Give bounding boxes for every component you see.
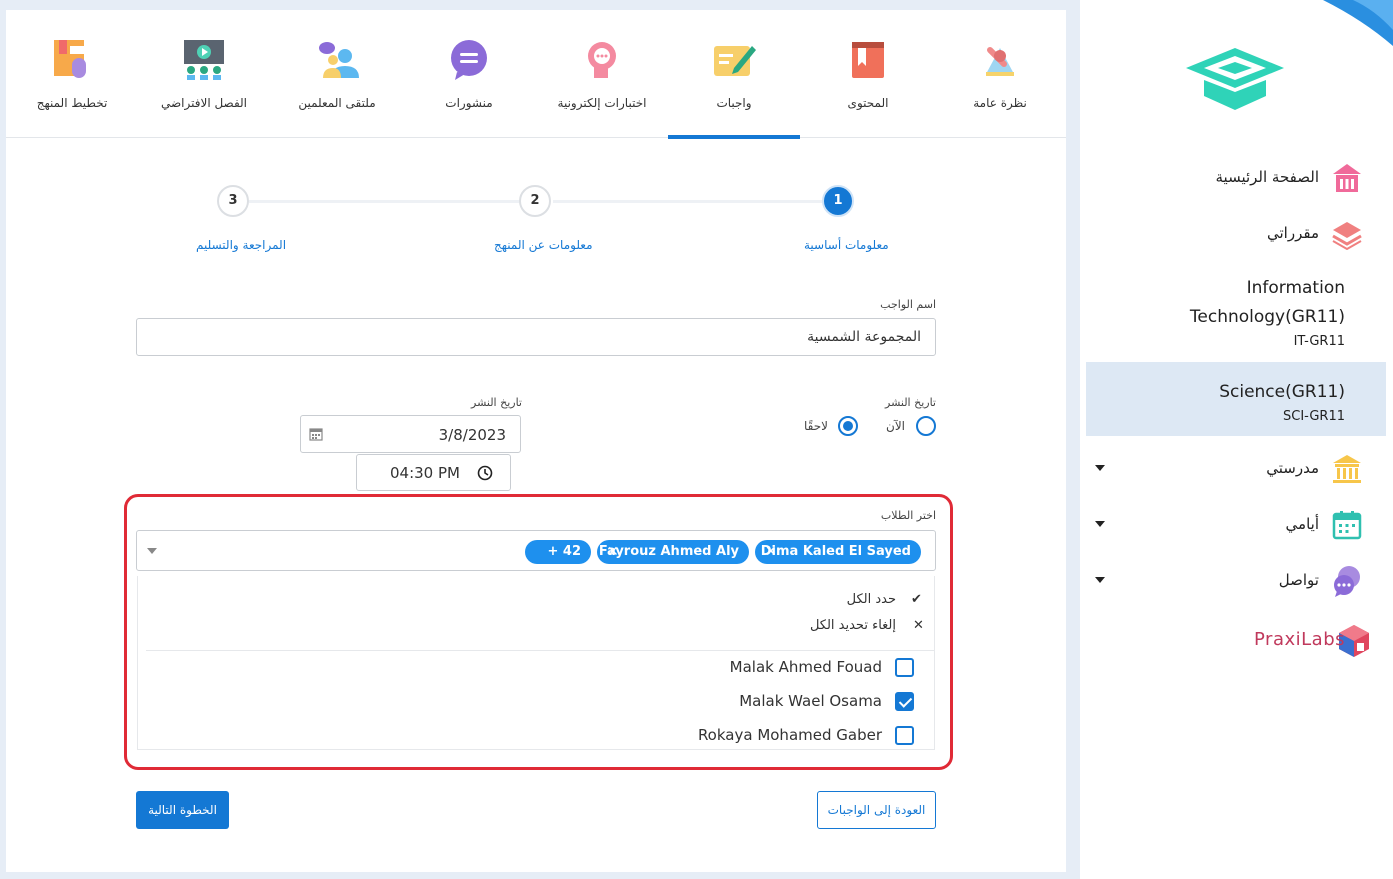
course-item-it[interactable]: Information Technology(GR11) IT-GR11	[1190, 274, 1345, 349]
publish-date-label: تاريخ النشر	[471, 396, 522, 409]
chevron-down-icon[interactable]	[1095, 465, 1105, 471]
step-2[interactable]: 2	[519, 185, 551, 217]
sidebar-item-label: مدرستي	[1266, 459, 1319, 477]
step-1-label: معلومات أساسية	[804, 238, 889, 252]
students-multiselect[interactable]: ✕ Dima Kaled El Sayed ✕ Fayrouz Ahmed Al…	[136, 530, 936, 571]
tab-label: نظرة عامة	[973, 96, 1027, 110]
tab-label: اختبارات إلكترونية	[557, 96, 647, 110]
publish-later-label: لاحقًا	[804, 419, 828, 433]
back-to-assignments-button[interactable]: العودة إلى الواجبات	[817, 791, 936, 829]
step-3-label: المراجعة والتسليم	[196, 238, 287, 252]
home-icon	[1333, 164, 1361, 192]
publish-label: تاريخ النشر	[885, 396, 936, 409]
posts-icon	[451, 40, 487, 80]
more-students-chip[interactable]: + 42	[525, 540, 591, 564]
next-step-button[interactable]: الخطوة التالية	[136, 791, 229, 829]
tab-content[interactable]: المحتوى	[802, 10, 934, 138]
course-item-science[interactable]: Science(GR11) SCI-GR11	[1219, 378, 1345, 424]
tab-label: منشورات	[445, 96, 493, 110]
course-name: Information	[1246, 278, 1345, 298]
virtual-class-icon	[184, 40, 224, 80]
sidebar-item-label: تواصل	[1278, 571, 1319, 589]
overview-icon	[986, 47, 1014, 76]
sidebar-item-label: أيامي	[1285, 515, 1319, 533]
corner-decoration-icon	[1323, 0, 1393, 46]
step-1[interactable]: 1	[822, 185, 854, 217]
assignments-icon	[714, 46, 756, 76]
check-icon: ✔	[911, 592, 922, 607]
calendar-icon	[1332, 511, 1362, 540]
chevron-down-icon[interactable]	[147, 548, 157, 554]
deselect-all-option[interactable]: إلغاء تحديد الكل	[810, 618, 896, 633]
tab-overview[interactable]: نظرة عامة	[934, 10, 1066, 138]
sidebar-item-label: الصفحة الرئيسية	[1215, 168, 1320, 186]
students-dropdown: ✔ حدد الكل ✕ إلغاء تحديد الكل Malak Ahme…	[137, 576, 935, 750]
tab-teachers-forum[interactable]: ملتقى المعلمين	[271, 10, 403, 138]
publish-time-input[interactable]: 04:30 PM	[356, 454, 511, 491]
close-icon: ✕	[913, 618, 924, 633]
assignment-name-input[interactable]: المجموعة الشمسية	[136, 318, 936, 356]
student-option-label: Malak Wael Osama	[739, 692, 882, 710]
publish-date-value: 3/8/2023	[438, 426, 506, 444]
sidebar-item-label: مقرراتي	[1267, 224, 1319, 242]
tab-curriculum-plan[interactable]: تخطيط المنهج	[6, 10, 138, 138]
tab-assignments[interactable]: واجبات	[668, 10, 800, 139]
sidebar-item-my-school[interactable]: مدرستي	[1085, 449, 1385, 489]
student-checkbox[interactable]	[895, 658, 914, 677]
tab-virtual-class[interactable]: الفصل الافتراضي	[138, 10, 270, 138]
sidebar-item-my-courses[interactable]: مقرراتي	[1085, 214, 1385, 254]
curriculum-plan-icon	[54, 40, 86, 78]
quiz-icon	[588, 42, 616, 78]
student-checkbox[interactable]	[895, 692, 914, 711]
select-all-option[interactable]: حدد الكل	[847, 592, 896, 607]
school-icon	[1333, 455, 1361, 483]
tab-label: الفصل الافتراضي	[160, 96, 248, 110]
publish-later-radio[interactable]	[838, 416, 858, 436]
tab-label: المحتوى	[847, 96, 889, 110]
course-name: Science(GR11)	[1219, 382, 1345, 402]
tab-label: ملتقى المعلمين	[298, 96, 376, 110]
sidebar-item-my-days[interactable]: أيامي	[1085, 505, 1385, 545]
course-tabs: نظرة عامة المحتوى واجبات اختبارات إلكترو…	[6, 10, 1066, 139]
stepper-line	[249, 200, 529, 203]
course-code: SCI-GR11	[1283, 409, 1345, 424]
stepper-line	[553, 200, 831, 203]
clock-icon	[477, 465, 493, 481]
sidebar: الصفحة الرئيسية مقرراتي Information Tech…	[1080, 0, 1393, 879]
courses-stack-icon	[1332, 222, 1362, 250]
publish-now-label: الآن	[886, 419, 905, 433]
calendar-icon	[309, 428, 323, 441]
publish-date-input[interactable]: 3/8/2023	[300, 415, 521, 453]
publish-now-radio[interactable]	[916, 416, 936, 436]
tab-label: واجبات	[716, 96, 752, 110]
publish-time-value: 04:30 PM	[390, 464, 460, 482]
content-book-icon	[852, 42, 884, 78]
praxilabs-link[interactable]: PraxiLabs	[1254, 629, 1345, 650]
course-name: Technology(GR11)	[1189, 307, 1345, 327]
tab-label: تخطيط المنهج	[36, 96, 108, 110]
assignment-name-label: اسم الواجب	[880, 298, 936, 311]
chevron-down-icon[interactable]	[1095, 521, 1105, 527]
student-option-label: Rokaya Mohamed Gaber	[697, 726, 882, 744]
teachers-forum-icon	[319, 42, 359, 78]
student-chip[interactable]: ✕ Fayrouz Ahmed Aly	[597, 540, 749, 564]
sidebar-item-home[interactable]: الصفحة الرئيسية	[1085, 158, 1385, 198]
divider	[146, 650, 934, 651]
student-checkbox[interactable]	[895, 726, 914, 745]
main-panel: نظرة عامة المحتوى واجبات اختبارات إلكترو…	[6, 10, 1066, 872]
tab-quizzes[interactable]: اختبارات إلكترونية	[536, 10, 668, 138]
sidebar-item-communicate[interactable]: تواصل	[1085, 561, 1385, 601]
tab-posts[interactable]: منشورات	[403, 10, 535, 138]
course-code: IT-GR11	[1293, 334, 1345, 349]
logo-icon	[1186, 48, 1284, 110]
chat-icon	[1334, 566, 1360, 597]
student-chip[interactable]: ✕ Dima Kaled El Sayed	[755, 540, 921, 564]
student-option-label: Malak Ahmed Fouad	[729, 658, 882, 676]
step-2-label: معلومات عن المنهج	[494, 238, 593, 252]
step-3[interactable]: 3	[217, 185, 249, 217]
students-label: اختر الطلاب	[880, 509, 936, 522]
chevron-down-icon[interactable]	[1095, 577, 1105, 583]
